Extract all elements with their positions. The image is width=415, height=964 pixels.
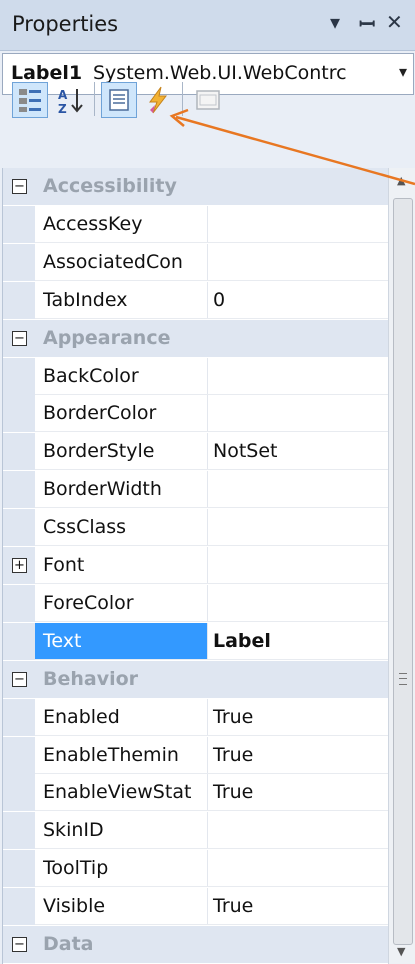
- column-divider: [207, 812, 208, 849]
- property-row[interactable]: EnableViewStat True: [3, 774, 389, 811]
- column-divider: [207, 850, 208, 887]
- property-name: CssClass: [43, 516, 127, 538]
- row-gutter: [3, 737, 35, 774]
- row-divider: [35, 469, 389, 470]
- property-name: ForeColor: [43, 592, 134, 614]
- scroll-down-icon[interactable]: ▼: [397, 945, 405, 958]
- grip-icon: [399, 673, 407, 685]
- row-gutter: [3, 509, 35, 546]
- row-gutter: [3, 585, 35, 622]
- property-row[interactable]: + Font: [3, 547, 389, 584]
- property-row[interactable]: BorderColor: [3, 395, 389, 432]
- property-name: Enabled: [43, 706, 120, 728]
- column-divider: [207, 547, 208, 584]
- column-divider: [207, 888, 208, 925]
- property-row[interactable]: BorderStyle NotSet: [3, 433, 389, 470]
- property-name: TabIndex: [43, 289, 128, 311]
- properties-window: Properties ▾ ꟷ̵ ✕ Label1 System.Web.UI.W…: [0, 0, 415, 964]
- property-name: Font: [43, 554, 85, 576]
- column-divider: [207, 509, 208, 546]
- row-divider: [35, 545, 389, 546]
- row-divider: [35, 280, 389, 281]
- column-divider: [207, 471, 208, 508]
- column-divider: [207, 623, 208, 660]
- row-divider: [35, 431, 389, 432]
- property-row[interactable]: Visible True: [3, 888, 389, 925]
- property-name: BorderStyle: [43, 440, 155, 462]
- category-row[interactable]: − Appearance: [3, 320, 389, 357]
- category-row[interactable]: − Data: [3, 926, 389, 963]
- row-gutter: [3, 812, 35, 849]
- row-gutter: [3, 623, 35, 660]
- row-gutter: [3, 699, 35, 736]
- row-gutter: [3, 850, 35, 887]
- column-divider: [207, 358, 208, 395]
- row-divider: [35, 735, 389, 736]
- category-row[interactable]: − Behavior: [3, 661, 389, 698]
- property-value[interactable]: True: [213, 781, 253, 803]
- row-gutter: [3, 282, 35, 319]
- category-label: Behavior: [43, 668, 139, 690]
- property-name: Visible: [43, 895, 106, 917]
- property-name: BorderWidth: [43, 478, 162, 500]
- column-divider: [207, 282, 208, 319]
- row-gutter: [3, 433, 35, 470]
- property-row[interactable]: BackColor: [3, 358, 389, 395]
- property-name: BorderColor: [43, 402, 157, 424]
- column-divider: [207, 737, 208, 774]
- annotation-arrow: [169, 108, 415, 186]
- property-value[interactable]: True: [213, 744, 253, 766]
- row-divider: [35, 621, 389, 622]
- row-divider: [35, 810, 389, 811]
- property-value[interactable]: True: [213, 895, 253, 917]
- scroll-thumb[interactable]: [393, 198, 413, 945]
- property-row[interactable]: ToolTip: [3, 850, 389, 887]
- collapse-icon[interactable]: −: [12, 331, 27, 346]
- row-gutter: [3, 888, 35, 925]
- property-value[interactable]: True: [213, 706, 253, 728]
- row-divider: [35, 318, 389, 319]
- property-row[interactable]: ForeColor: [3, 585, 389, 622]
- property-value[interactable]: NotSet: [213, 440, 278, 462]
- property-name: EnableViewStat: [43, 781, 192, 803]
- column-divider: [207, 395, 208, 432]
- property-row[interactable]: Enabled True: [3, 699, 389, 736]
- row-gutter: [3, 395, 35, 432]
- row-divider: [35, 507, 389, 508]
- property-value[interactable]: Label: [213, 630, 271, 652]
- property-row[interactable]: SkinID: [3, 812, 389, 849]
- property-row[interactable]: CssClass: [3, 509, 389, 546]
- property-name: Text: [35, 623, 207, 660]
- property-name: EnableThemin: [43, 744, 179, 766]
- column-divider: [207, 774, 208, 811]
- row-gutter: [3, 358, 35, 395]
- collapse-icon[interactable]: −: [12, 672, 27, 687]
- row-divider: [35, 924, 389, 925]
- property-grid: − Accessibility AccessKey AssociatedCon TabI…: [2, 168, 389, 964]
- property-value[interactable]: 0: [213, 289, 225, 311]
- vertical-scrollbar[interactable]: ▲ ▼: [388, 168, 415, 964]
- column-divider: [207, 433, 208, 470]
- category-label: Data: [43, 933, 94, 955]
- row-divider: [35, 659, 389, 660]
- property-row[interactable]: EnableThemin True: [3, 737, 389, 774]
- property-name: ToolTip: [43, 857, 109, 879]
- column-divider: [207, 699, 208, 736]
- property-row[interactable]: Text Label: [3, 623, 389, 660]
- collapse-icon[interactable]: −: [12, 937, 27, 952]
- column-divider: [207, 585, 208, 622]
- row-gutter: [3, 471, 35, 508]
- property-row[interactable]: BorderWidth: [3, 471, 389, 508]
- property-name: SkinID: [43, 819, 104, 841]
- row-divider: [35, 848, 389, 849]
- property-row[interactable]: TabIndex 0: [3, 282, 389, 319]
- row-divider: [35, 583, 389, 584]
- category-label: Appearance: [43, 327, 171, 349]
- property-name: BackColor: [43, 365, 139, 387]
- row-gutter: [3, 774, 35, 811]
- row-divider: [35, 886, 389, 887]
- expand-icon[interactable]: +: [12, 558, 27, 573]
